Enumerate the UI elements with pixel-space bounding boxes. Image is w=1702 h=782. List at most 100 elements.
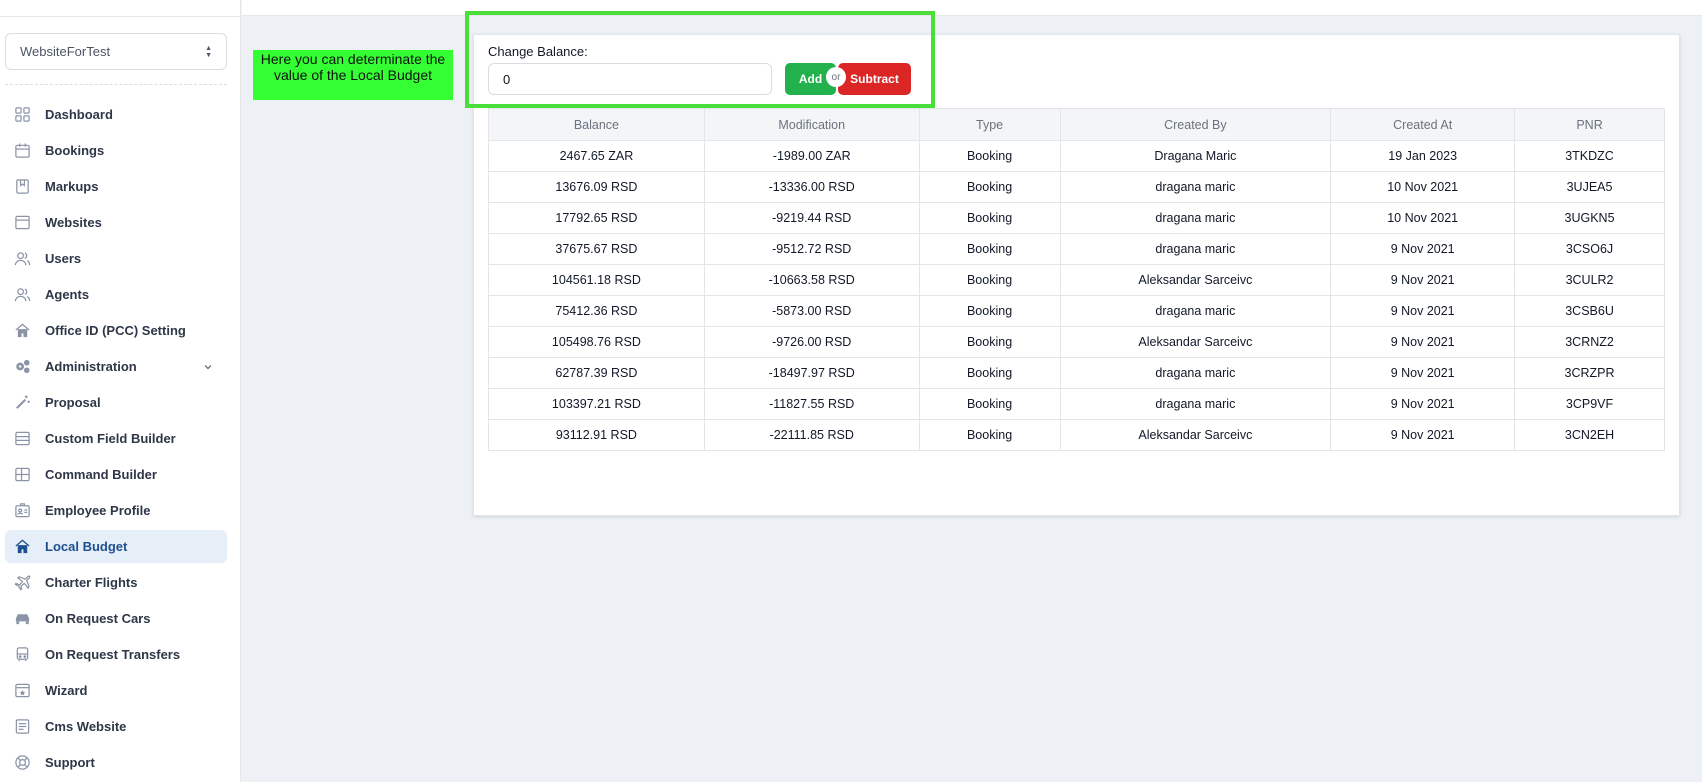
lifebuoy-icon	[13, 754, 31, 772]
table-cell: 9 Nov 2021	[1330, 295, 1516, 327]
column-header: Balance	[488, 108, 705, 141]
column-header: Type	[918, 108, 1061, 141]
table-cell: Booking	[918, 326, 1061, 358]
or-badge: or	[826, 67, 846, 87]
bus-icon	[13, 646, 31, 664]
table-cell: 104561.18 RSD	[488, 264, 705, 296]
home-icon	[13, 322, 31, 340]
sidebar-item-on-request-cars[interactable]: On Request Cars	[5, 602, 227, 635]
grid-icon	[13, 106, 31, 124]
table-cell: 3UJEA5	[1514, 171, 1665, 203]
magic-wand-icon	[13, 394, 31, 412]
table-cell: 3TKDZC	[1514, 140, 1665, 172]
sidebar-item-label: Charter Flights	[45, 575, 138, 590]
table-cell: -11827.55 RSD	[703, 388, 920, 420]
sidebar-item-markups[interactable]: Markups	[5, 170, 227, 203]
sidebar-item-proposal[interactable]: Proposal	[5, 386, 227, 419]
chevron-down-icon[interactable]	[203, 360, 213, 375]
table-cell: 75412.36 RSD	[488, 295, 705, 327]
sidebar-item-custom-field-builder[interactable]: Custom Field Builder	[5, 422, 227, 455]
table-cell: dragana maric	[1059, 171, 1332, 203]
sidebar: WebsiteForTest ▲ ▼ Dashboard Bookings Marku…	[0, 0, 241, 782]
sidebar-item-label: Support	[45, 755, 95, 770]
sidebar-item-dashboard[interactable]: Dashboard	[5, 98, 227, 131]
sidebar-item-office-id-pcc-setting[interactable]: Office ID (PCC) Setting	[5, 314, 227, 347]
subtract-button[interactable]: Subtract	[838, 63, 911, 95]
sidebar-item-users[interactable]: Users	[5, 242, 227, 275]
table-cell: -5873.00 RSD	[703, 295, 920, 327]
table-row: 93112.91 RSD -22111.85 RSD Booking Aleksand…	[488, 419, 1665, 451]
table-cell: 9 Nov 2021	[1330, 233, 1516, 265]
table-cell: 3CULR2	[1514, 264, 1665, 296]
car-icon	[13, 610, 31, 628]
users-icon	[13, 286, 31, 304]
table-cell: 3CSB6U	[1514, 295, 1665, 327]
table-row: 13676.09 RSD -13336.00 RSD Booking dragana …	[488, 171, 1665, 203]
table-cell: 62787.39 RSD	[488, 357, 705, 389]
table-cell: 19 Jan 2023	[1330, 140, 1516, 172]
table-cell: Booking	[918, 202, 1061, 234]
sidebar-divider	[5, 84, 227, 85]
sidebar-item-label: Office ID (PCC) Setting	[45, 323, 186, 338]
website-selector-value: WebsiteForTest	[20, 44, 111, 59]
budget-table: Balance Modification Type Created By Created…	[488, 108, 1665, 451]
sidebar-item-label: Employee Profile	[45, 503, 151, 518]
sidebar-item-label: On Request Transfers	[45, 647, 181, 662]
table-cell: -18497.97 RSD	[703, 357, 920, 389]
table-cell: -22111.85 RSD	[703, 419, 920, 451]
column-header: Created At	[1330, 108, 1516, 141]
layout-icon	[13, 466, 31, 484]
sidebar-item-bookings[interactable]: Bookings	[5, 134, 227, 167]
sidebar-item-label: On Request Cars	[45, 611, 151, 626]
sidebar-item-cms-website[interactable]: Cms Website	[5, 710, 227, 743]
column-header: PNR	[1514, 108, 1665, 141]
table-cell: Booking	[918, 264, 1061, 296]
table-row: 2467.65 ZAR -1989.00 ZAR Booking Dragana Ma…	[488, 140, 1665, 172]
sidebar-item-websites[interactable]: Websites	[5, 206, 227, 239]
sidebar-item-label: Custom Field Builder	[45, 431, 176, 446]
table-cell: 3CRZPR	[1514, 357, 1665, 389]
sidebar-item-label: Wizard	[45, 683, 88, 698]
table-cell: 9 Nov 2021	[1330, 264, 1516, 296]
table-cell: 9 Nov 2021	[1330, 419, 1516, 451]
table-cell: dragana maric	[1059, 388, 1332, 420]
balance-input[interactable]	[488, 63, 772, 95]
table-cell: 9 Nov 2021	[1330, 357, 1516, 389]
sidebar-item-support[interactable]: Support	[5, 746, 227, 779]
table-row: 103397.21 RSD -11827.55 RSD Booking dragana…	[488, 388, 1665, 420]
select-arrows-icon: ▲ ▼	[205, 44, 212, 59]
table-row: 75412.36 RSD -5873.00 RSD Booking dragana m…	[488, 295, 1665, 327]
table-cell: 3UGKN5	[1514, 202, 1665, 234]
bookmark-icon	[13, 178, 31, 196]
table-cell: 3CSO6J	[1514, 233, 1665, 265]
table-header-row: Balance Modification Type Created By Created…	[488, 108, 1665, 141]
sidebar-item-on-request-transfers[interactable]: On Request Transfers	[5, 638, 227, 671]
sidebar-item-employee-profile[interactable]: Employee Profile	[5, 494, 227, 527]
sidebar-item-command-builder[interactable]: Command Builder	[5, 458, 227, 491]
table-cell: dragana maric	[1059, 233, 1332, 265]
table-cell: 3CP9VF	[1514, 388, 1665, 420]
home-icon	[13, 538, 31, 556]
table-cell: 2467.65 ZAR	[488, 140, 705, 172]
sidebar-item-wizard[interactable]: Wizard	[5, 674, 227, 707]
top-bar	[242, 0, 1702, 16]
sidebar-item-agents[interactable]: Agents	[5, 278, 227, 311]
table-cell: Booking	[918, 171, 1061, 203]
sidebar-item-local-budget[interactable]: Local Budget	[5, 530, 227, 563]
table-cell: Booking	[918, 388, 1061, 420]
sidebar-item-charter-flights[interactable]: Charter Flights	[5, 566, 227, 599]
sidebar-item-administration[interactable]: Administration	[5, 350, 227, 383]
table-cell: dragana maric	[1059, 295, 1332, 327]
table-row: 37675.67 RSD -9512.72 RSD Booking dragana m…	[488, 233, 1665, 265]
table-cell: Booking	[918, 295, 1061, 327]
column-header: Modification	[703, 108, 920, 141]
table-cell: Booking	[918, 233, 1061, 265]
table-cell: dragana maric	[1059, 202, 1332, 234]
table-cell: Dragana Maric	[1059, 140, 1332, 172]
browser-icon	[13, 214, 31, 232]
sidebar-item-label: Agents	[45, 287, 90, 302]
calendar-icon	[13, 142, 31, 160]
table-row: 62787.39 RSD -18497.97 RSD Booking dragana …	[488, 357, 1665, 389]
table-cell: 10 Nov 2021	[1330, 202, 1516, 234]
website-selector[interactable]: WebsiteForTest ▲ ▼	[5, 33, 227, 70]
